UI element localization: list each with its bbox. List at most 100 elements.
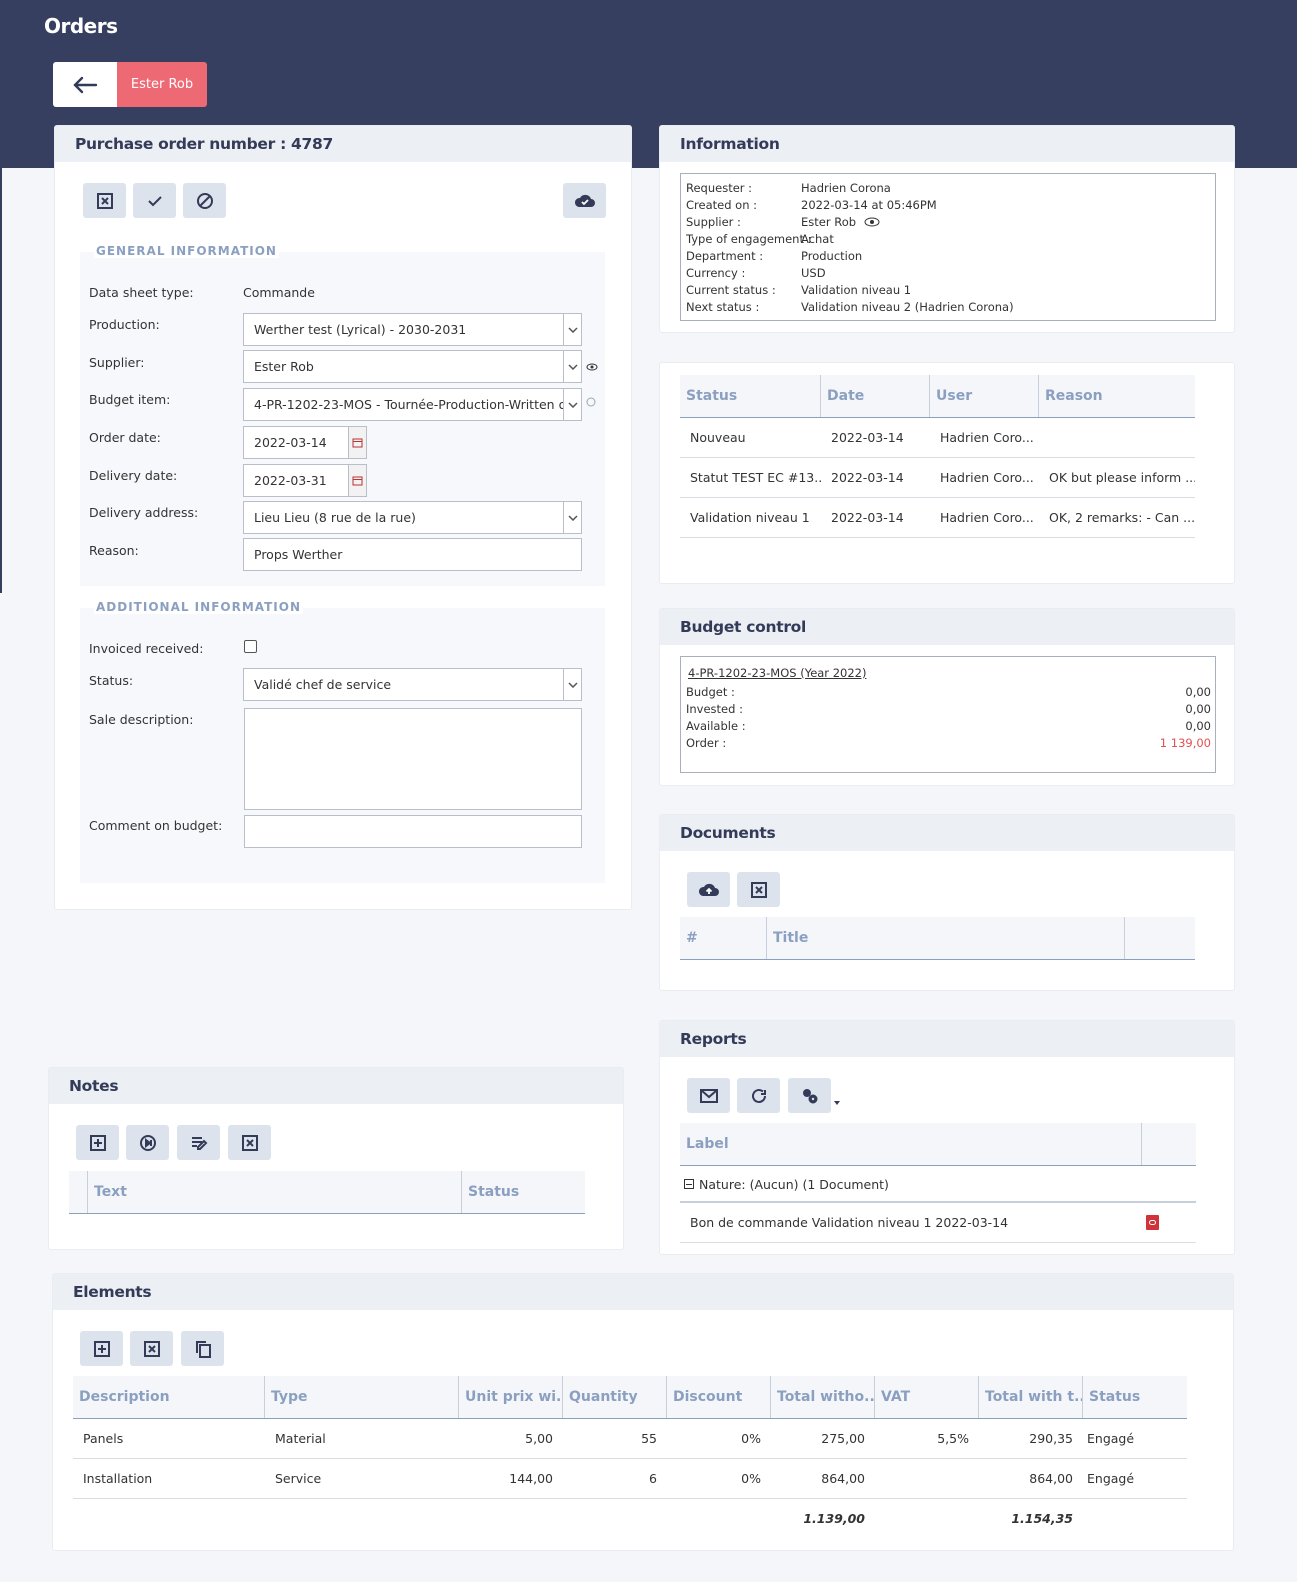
- status-value: Validé chef de service: [254, 677, 392, 692]
- table-row[interactable]: Panels Material 5,00 55 0% 275,00 5,5% 2…: [73, 1419, 1187, 1459]
- cell-total-without-tax: 275,00: [821, 1431, 865, 1446]
- cell-type: Service: [275, 1471, 322, 1486]
- info-circle-icon[interactable]: [586, 396, 596, 411]
- elements-col-type[interactable]: Type: [265, 1376, 459, 1418]
- calendar-icon[interactable]: [348, 427, 366, 458]
- order-date-label: Order date:: [89, 430, 161, 445]
- chevron-down-icon[interactable]: [563, 389, 581, 420]
- reports-group-row[interactable]: Nature: (Aucun) (1 Document): [680, 1167, 1196, 1203]
- documents-col-number[interactable]: #: [680, 917, 767, 959]
- documents-table-header: # Title: [680, 917, 1195, 960]
- notes-col-status[interactable]: Status: [462, 1171, 585, 1213]
- reports-col-label[interactable]: Label: [680, 1123, 1142, 1165]
- sale-description-textarea[interactable]: [244, 708, 582, 810]
- info-row: Currency : USD: [686, 266, 826, 280]
- reason-value: Props Werther: [254, 547, 343, 562]
- duplicate-element-button[interactable]: [181, 1331, 224, 1366]
- report-settings-button[interactable]: [788, 1078, 831, 1113]
- information-title: Information: [660, 126, 1234, 162]
- supplier-select[interactable]: Ester Rob: [243, 350, 582, 383]
- delivery-date-input[interactable]: 2022-03-31: [243, 464, 367, 497]
- add-note-button[interactable]: [76, 1125, 119, 1160]
- status-select[interactable]: Validé chef de service: [243, 668, 582, 701]
- sale-description-label: Sale description:: [89, 712, 194, 727]
- table-row[interactable]: Installation Service 144,00 6 0% 864,00 …: [73, 1459, 1187, 1499]
- cell-total-without-tax: 864,00: [821, 1471, 865, 1486]
- history-col-status[interactable]: Status: [680, 375, 821, 417]
- mail-icon: [699, 1088, 718, 1103]
- chevron-down-icon[interactable]: [563, 314, 581, 345]
- elements-col-total-without-tax[interactable]: Total witho...: [771, 1376, 875, 1418]
- documents-title: Documents: [660, 815, 1234, 851]
- budget-item-select[interactable]: 4-PR-1202-23-MOS - Tournée-Production-Wr…: [243, 388, 582, 421]
- cell-vat: 5,5%: [937, 1431, 969, 1446]
- chevron-down-icon[interactable]: [563, 669, 581, 700]
- budget-item-label: Budget item:: [89, 392, 171, 407]
- budget-box: 4-PR-1202-23-MOS (Year 2022) Budget :0,0…: [680, 656, 1216, 773]
- history-col-date[interactable]: Date: [821, 375, 930, 417]
- validate-button[interactable]: [133, 183, 176, 218]
- edit-note-button[interactable]: [177, 1125, 220, 1160]
- caret-down-icon[interactable]: [834, 1093, 840, 1108]
- history-col-user[interactable]: User: [930, 375, 1039, 417]
- production-select[interactable]: Werther test (Lyrical) - 2030-2031: [243, 313, 582, 346]
- refuse-button[interactable]: [183, 183, 226, 218]
- elements-col-status[interactable]: Status: [1083, 1376, 1187, 1418]
- elements-col-unit-price[interactable]: Unit prix wi...: [459, 1376, 563, 1418]
- order-date-input[interactable]: 2022-03-14: [243, 426, 367, 459]
- info-row: Next status : Validation niveau 2 (Hadrie…: [686, 300, 1014, 314]
- page-title: Orders: [44, 14, 118, 38]
- reports-group-label: Nature: (Aucun) (1 Document): [699, 1176, 889, 1192]
- next-note-button[interactable]: [126, 1125, 169, 1160]
- order-date-value: 2022-03-14: [254, 435, 327, 450]
- cloud-save-button[interactable]: [563, 183, 606, 218]
- report-row[interactable]: Bon de commande Validation niveau 1 2022…: [680, 1203, 1196, 1243]
- history-col-reason[interactable]: Reason: [1039, 375, 1195, 417]
- history-table-header: Status Date User Reason: [680, 375, 1195, 418]
- gears-icon: [802, 1088, 817, 1103]
- cell-reason: OK, 2 remarks: - Can ...: [1049, 510, 1195, 525]
- elements-col-description[interactable]: Description: [73, 1376, 265, 1418]
- cell-type: Material: [275, 1431, 326, 1446]
- skip-next-icon: [139, 1134, 156, 1151]
- notes-col-text[interactable]: Text: [88, 1171, 462, 1213]
- eye-icon[interactable]: [586, 360, 598, 375]
- delete-element-button[interactable]: [130, 1331, 173, 1366]
- budget-link[interactable]: 4-PR-1202-23-MOS (Year 2022): [688, 666, 866, 680]
- email-report-button[interactable]: [687, 1078, 730, 1113]
- cell-total-with-tax: 290,35: [1029, 1431, 1073, 1446]
- cancel-button[interactable]: [83, 183, 126, 218]
- elements-col-vat[interactable]: VAT: [875, 1376, 979, 1418]
- invoiced-received-checkbox[interactable]: [244, 640, 257, 653]
- report-label: Bon de commande Validation niveau 1 2022…: [690, 1215, 1009, 1230]
- chevron-down-icon[interactable]: [563, 351, 581, 382]
- delete-note-button[interactable]: [228, 1125, 271, 1160]
- elements-col-quantity[interactable]: Quantity: [563, 1376, 667, 1418]
- delete-document-button[interactable]: [737, 872, 780, 907]
- documents-col-title[interactable]: Title: [767, 917, 1125, 959]
- supplier-tab[interactable]: Ester Rob: [117, 62, 207, 107]
- elements-col-discount[interactable]: Discount: [667, 1376, 771, 1418]
- reports-title: Reports: [660, 1021, 1234, 1057]
- cloud-check-icon: [574, 194, 595, 207]
- edit-icon: [191, 1136, 207, 1150]
- cell-date: 2022-03-14: [831, 430, 904, 445]
- add-element-button[interactable]: [80, 1331, 123, 1366]
- elements-col-total-with-tax[interactable]: Total with t...: [979, 1376, 1083, 1418]
- collapse-icon[interactable]: [684, 1179, 694, 1189]
- pdf-icon[interactable]: [1146, 1215, 1159, 1230]
- upload-document-button[interactable]: [687, 872, 730, 907]
- table-row[interactable]: Validation niveau 1 2022-03-14 Hadrien C…: [680, 498, 1195, 538]
- delivery-address-select[interactable]: Lieu Lieu (8 rue de la rue): [243, 501, 582, 534]
- calendar-icon[interactable]: [348, 465, 366, 496]
- eye-icon[interactable]: [864, 216, 880, 230]
- reason-input[interactable]: Props Werther: [243, 538, 582, 571]
- back-button[interactable]: [53, 62, 117, 107]
- chevron-down-icon[interactable]: [563, 502, 581, 533]
- arrow-left-icon: [73, 76, 98, 93]
- table-row[interactable]: Statut TEST EC #13... 2022-03-14 Hadrien…: [680, 458, 1195, 498]
- comment-on-budget-input[interactable]: [244, 815, 582, 848]
- table-row[interactable]: Nouveau 2022-03-14 Hadrien Coro...: [680, 418, 1195, 458]
- refresh-report-button[interactable]: [737, 1078, 780, 1113]
- general-information-title: GENERAL INFORMATION: [94, 244, 279, 258]
